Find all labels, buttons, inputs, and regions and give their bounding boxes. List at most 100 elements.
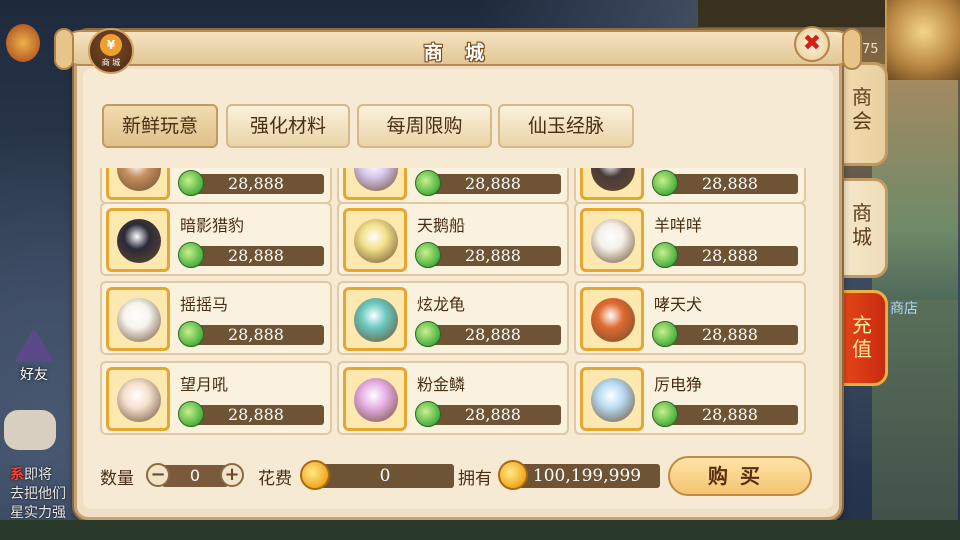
shop-item-card[interactable]: 粉金鳞 28,888 [337, 361, 569, 435]
tab-jade-meridian[interactable]: 仙玉经脉 [498, 104, 634, 148]
pet-icon [591, 168, 635, 191]
pet-icon [354, 378, 398, 422]
shop-item-card[interactable]: 天鹅船 28,888 [337, 202, 569, 276]
item-price: 28,888 [228, 174, 284, 193]
gold-coin-icon [300, 460, 330, 490]
hero-level: 75 [862, 42, 879, 57]
chat-log: 系即将 去把他们 星实力强 [10, 466, 66, 523]
item-name: 厉电狰 [654, 375, 703, 394]
chat-bubble-icon[interactable] [4, 410, 56, 450]
item-name: 羊咩咩 [654, 216, 703, 235]
item-grid: 28,888 28,888 28,888 暗影猎豹 28,888 天鹅船 28,888 羊咩咩… [100, 168, 810, 436]
shop-item-card[interactable]: 28,888 [100, 168, 332, 204]
jade-currency-icon [178, 170, 204, 196]
dialog-title-bar: 商 城 [54, 28, 862, 70]
jade-currency-icon [178, 242, 204, 268]
quantity-value: 0 [162, 465, 228, 487]
item-price: 28,888 [228, 325, 284, 344]
pet-icon [591, 219, 635, 263]
pet-icon [354, 168, 398, 191]
pet-icon [117, 168, 161, 191]
tab-recharge[interactable]: 充 值 [836, 290, 888, 386]
friend-button[interactable]: 好友 [8, 328, 58, 388]
jade-currency-icon [652, 401, 678, 427]
quantity-plus-button[interactable]: + [220, 463, 244, 487]
bottom-hud-strip [0, 520, 960, 540]
pet-icon [117, 298, 161, 342]
item-price: 28,888 [702, 325, 758, 344]
jade-currency-icon [415, 242, 441, 268]
jade-currency-icon [415, 321, 441, 347]
item-portrait [580, 287, 644, 351]
jade-currency-icon [652, 321, 678, 347]
dialog-title: 商 城 [423, 42, 493, 64]
shop-item-card[interactable]: 摇摇马 28,888 [100, 281, 332, 355]
item-portrait [343, 168, 407, 200]
item-portrait [106, 168, 170, 200]
tab-guild-shop-label: 商 会 [852, 85, 872, 133]
friend-label: 好友 [20, 367, 48, 383]
jade-currency-icon [652, 242, 678, 268]
fortune-god-icon[interactable] [6, 24, 40, 62]
hero-avatar[interactable] [885, 0, 960, 80]
shop-item-card[interactable]: 哮天犬 28,888 [574, 281, 806, 355]
item-price: 28,888 [228, 246, 284, 265]
tab-enhance-materials[interactable]: 强化材料 [226, 104, 350, 148]
item-portrait [106, 287, 170, 351]
tab-mall-label: 商 城 [852, 201, 872, 249]
pet-icon [354, 219, 398, 263]
shop-item-card[interactable]: 厉电狰 28,888 [574, 361, 806, 435]
item-portrait [343, 367, 407, 431]
pet-icon [117, 378, 161, 422]
shop-item-card[interactable]: 28,888 [337, 168, 569, 204]
purchase-bar: 数量 0 − + 花费 0 拥有 100,199,999 购买 [80, 452, 840, 502]
chat-line: 去把他们 [10, 486, 66, 502]
item-portrait [106, 367, 170, 431]
jade-currency-icon [415, 170, 441, 196]
item-price: 28,888 [228, 405, 284, 424]
item-price: 28,888 [702, 405, 758, 424]
pet-icon [591, 378, 635, 422]
item-portrait [580, 208, 644, 272]
wizard-hat-icon [14, 328, 54, 362]
tab-novelties[interactable]: 新鲜玩意 [102, 104, 218, 148]
pet-icon [117, 219, 161, 263]
quantity-label: 数量 [100, 469, 134, 489]
jade-currency-icon [178, 321, 204, 347]
item-price: 28,888 [465, 405, 521, 424]
jade-currency-icon [178, 401, 204, 427]
shop-item-card[interactable]: 暗影猎豹 28,888 [100, 202, 332, 276]
item-price: 28,888 [465, 174, 521, 193]
item-name: 暗影猎豹 [180, 216, 245, 235]
shop-item-card[interactable]: 羊咩咩 28,888 [574, 202, 806, 276]
item-price: 28,888 [465, 246, 521, 265]
item-name: 望月吼 [180, 375, 229, 394]
shop-item-card[interactable]: 28,888 [574, 168, 806, 204]
tab-recharge-label: 充 值 [852, 313, 872, 361]
tab-guild-shop[interactable]: 商 会 [836, 62, 888, 166]
owned-value: 100,199,999 [514, 464, 660, 488]
buy-button[interactable]: 购买 [668, 456, 812, 496]
item-name: 天鹅船 [417, 216, 466, 235]
shop-emblem: ¥ 商 城 [88, 28, 134, 74]
coin-bag-icon: ¥ [100, 34, 122, 56]
pet-icon [354, 298, 398, 342]
item-portrait [106, 208, 170, 272]
quantity-minus-button[interactable]: − [146, 463, 170, 487]
item-price: 28,888 [702, 174, 758, 193]
item-name: 哮天犬 [654, 295, 703, 314]
owned-label: 拥有 [458, 469, 492, 489]
item-portrait [343, 287, 407, 351]
tab-weekly-limited[interactable]: 每周限购 [357, 104, 492, 148]
chat-prefix: 系 [10, 467, 24, 483]
jade-currency-icon [652, 170, 678, 196]
close-button[interactable]: ✖ [794, 26, 830, 62]
jade-currency-icon [415, 401, 441, 427]
item-name: 粉金鳞 [417, 375, 466, 394]
shop-item-card[interactable]: 炫龙龟 28,888 [337, 281, 569, 355]
tab-mall[interactable]: 商 城 [836, 178, 888, 278]
cost-label: 花费 [258, 469, 292, 489]
item-name: 炫龙龟 [417, 295, 466, 314]
shop-item-card[interactable]: 望月吼 28,888 [100, 361, 332, 435]
chat-line: 即将 [24, 467, 52, 483]
